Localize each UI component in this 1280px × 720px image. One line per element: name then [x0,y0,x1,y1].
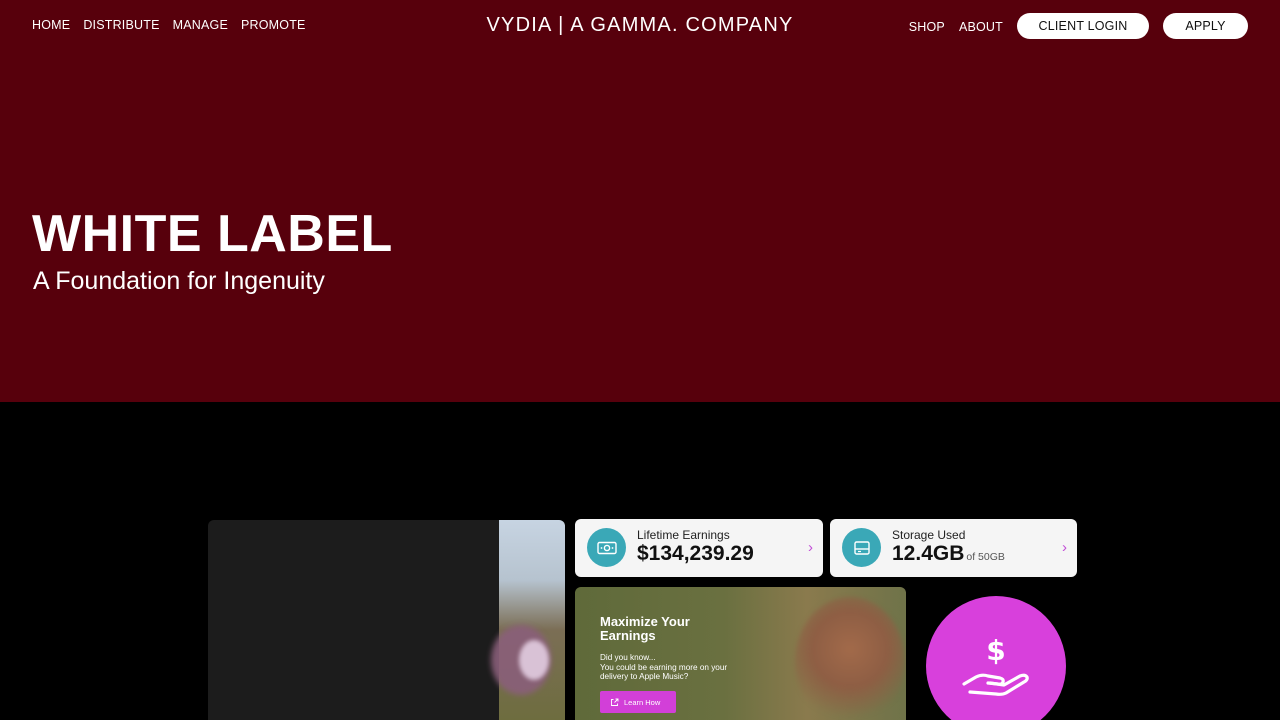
storage-amount: 12.4GB [892,542,965,565]
nav-about-link[interactable]: ABOUT [959,20,1003,34]
phone-photo-image [491,520,565,720]
promo-text: Did you know... You could be earning mor… [600,653,728,681]
apply-button[interactable]: APPLY [1163,13,1248,39]
hero-title: WHITE LABEL [32,205,393,263]
hero-subtitle: A Foundation for Ingenuity [33,267,325,295]
svg-text:$: $ [986,634,1005,667]
client-login-button[interactable]: CLIENT LOGIN [1017,13,1149,39]
chevron-right-icon[interactable]: › [808,539,813,556]
money-icon [587,528,626,567]
external-link-icon [611,698,619,706]
storage-label: Storage Used [892,528,966,542]
storage-total: of 50GB [966,551,1005,563]
learn-how-label: Learn How [624,697,661,707]
lifetime-earnings-card[interactable]: Lifetime Earnings $134,239.29 › [575,519,823,577]
nav-shop-link[interactable]: SHOP [909,20,945,34]
phone-mockup [208,520,565,720]
promo-card: Maximize Your Earnings Did you know... Y… [575,587,906,720]
hero-section: HOME DISTRIBUTE MANAGE PROMOTE VYDIA | A… [0,0,1280,402]
promo-photo [795,597,905,720]
top-nav: HOME DISTRIBUTE MANAGE PROMOTE VYDIA | A… [0,0,1280,52]
nav-right-links: SHOP ABOUT CLIENT LOGIN APPLY [909,13,1248,39]
promo-title: Maximize Your Earnings [600,614,690,643]
earnings-label: Lifetime Earnings [637,528,730,542]
storage-used-card[interactable]: Storage Used 12.4GB of 50GB › [830,519,1077,577]
dollar-hand-icon: $ [962,634,1029,696]
drive-icon [842,528,881,567]
earnings-value: $134,239.29 [637,542,754,565]
chevron-right-icon[interactable]: › [1062,539,1067,556]
learn-how-button[interactable]: Learn How [600,691,676,713]
storage-value: 12.4GB of 50GB [892,542,1005,566]
